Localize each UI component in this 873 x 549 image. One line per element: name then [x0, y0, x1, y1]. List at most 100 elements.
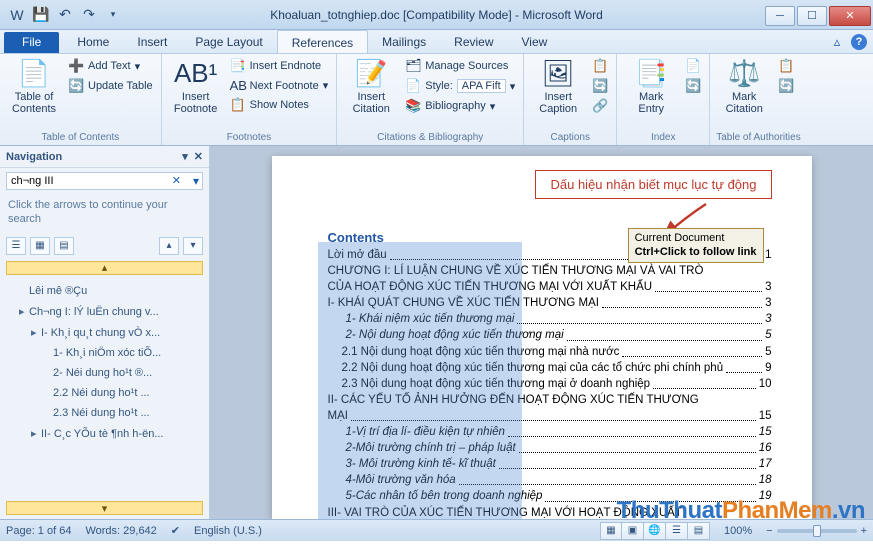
insert-citation-button[interactable]: 📝 Insert Citation	[343, 57, 399, 115]
toc-row[interactable]: III- VAI TRÒ CỦA XÚC TIẾN THƯƠNG MẠI VỚI…	[328, 505, 772, 520]
nav-scroll-up[interactable]: ▴	[6, 261, 203, 275]
navigation-pane: Navigation ▾ ✕ ✕ ▾ Click the arrows to c…	[0, 146, 210, 519]
status-page[interactable]: Page: 1 of 64	[6, 525, 71, 537]
ribbon-minimize-icon[interactable]: ▵	[825, 30, 849, 53]
help-icon[interactable]: ?	[851, 34, 867, 50]
status-words[interactable]: Words: 29,642	[85, 525, 156, 537]
qat-dropdown-icon[interactable]: ▾	[102, 4, 124, 26]
search-clear-icon[interactable]: ✕	[172, 174, 181, 187]
status-zoom[interactable]: 100%	[724, 525, 752, 537]
add-text-button[interactable]: ➕Add Text ▾	[66, 57, 155, 75]
nav-view-results[interactable]: ▤	[54, 237, 74, 255]
toc-row[interactable]: CỦA HOẠT ĐỘNG XÚC TIẾN THƯƠNG MẠI VỚI XU…	[328, 279, 772, 295]
citation-style-dropdown[interactable]: 📄Style: APA Fift ▾	[403, 77, 517, 95]
toc-row[interactable]: CHƯƠNG I: LÍ LUẬN CHUNG VỀ XÚC TIẾN THƯƠ…	[328, 263, 772, 279]
view-web[interactable]: 🌐	[644, 522, 666, 540]
footnote-icon: AB¹	[174, 57, 217, 89]
auth-opt2[interactable]: 🔄	[776, 77, 796, 95]
next-footnote-button[interactable]: ABNext Footnote ▾	[228, 77, 331, 94]
mark-citation-button[interactable]: ⚖️ Mark Citation	[716, 57, 772, 115]
insert-endnote-button[interactable]: 📑Insert Endnote	[228, 57, 331, 75]
tree-item[interactable]: Lêi mê ®Çu	[4, 281, 205, 301]
tree-item[interactable]: 2.3 Néi dung ho¹t ...	[4, 403, 205, 423]
tab-page-layout[interactable]: Page Layout	[181, 30, 276, 53]
toc-row[interactable]: II- CÁC YẾU TỐ ẢNH HƯỞNG ĐẾN HOẠT ĐỘNG X…	[328, 392, 772, 408]
manage-sources-button[interactable]: 🗂Manage Sources	[403, 57, 517, 75]
index-opt1[interactable]: 📄	[683, 57, 703, 75]
close-button[interactable]: ✕	[829, 6, 871, 26]
zoom-in-icon[interactable]: +	[861, 525, 867, 537]
save-icon[interactable]: 💾	[30, 4, 52, 26]
status-language[interactable]: English (U.S.)	[194, 525, 262, 537]
maximize-button[interactable]: ☐	[797, 6, 827, 26]
zoom-track[interactable]	[777, 529, 857, 533]
view-outline[interactable]: ☰	[666, 522, 688, 540]
tab-review[interactable]: Review	[440, 30, 507, 53]
mark-entry-icon: 📑	[635, 57, 667, 89]
view-draft[interactable]: ▤	[688, 522, 710, 540]
undo-icon[interactable]: ↶	[54, 4, 76, 26]
nav-scroll-down[interactable]: ▾	[6, 501, 203, 515]
index-opt2[interactable]: 🔄	[683, 77, 703, 95]
toc-row[interactable]: 3- Môi trường kinh tế- kĩ thuật17	[328, 456, 772, 472]
document-area[interactable]: Dấu hiệu nhận biết mục lục tự động Conte…	[210, 146, 873, 519]
nav-close-icon[interactable]: ✕	[194, 150, 203, 163]
caption-opt1[interactable]: 📋	[590, 57, 610, 75]
zoom-slider[interactable]: − +	[766, 525, 867, 537]
toc-row[interactable]: 2-Môi trường chính trị – pháp luật16	[328, 440, 772, 456]
mark-entry-label: Mark Entry	[638, 91, 664, 115]
tree-item[interactable]: 1- Kh¸i niÖm xóc tiÕ...	[4, 343, 205, 363]
bibliography-button[interactable]: 📚Bibliography ▾	[403, 97, 517, 115]
proofing-icon[interactable]: ✔	[171, 524, 180, 537]
view-full-screen[interactable]: ▣	[622, 522, 644, 540]
toc-row[interactable]: 5-Các nhân tố bên trong doanh nghiệp19	[328, 488, 772, 504]
mark-entry-button[interactable]: 📑 Mark Entry	[623, 57, 679, 115]
tree-item[interactable]: ▸II- C¸c YÕu tè ¶nh h-ën...	[4, 423, 205, 444]
toc-row[interactable]: 1-Vị trí địa lí- điều kiện tự nhiên15	[328, 424, 772, 440]
toc-row[interactable]: 2- Nội dung hoạt động xúc tiến thương mạ…	[328, 327, 772, 343]
table-of-contents-button[interactable]: 📄 Table of Contents	[6, 57, 62, 115]
group-captions: 🖼 Insert Caption 📋 🔄 🔗 Captions	[524, 54, 617, 145]
nav-prev-icon[interactable]: ▴	[159, 237, 179, 255]
toc-row[interactable]: I- KHÁI QUÁT CHUNG VỀ XÚC TIẾN THƯƠNG MẠ…	[328, 295, 772, 311]
file-tab[interactable]: File	[4, 32, 59, 53]
toc-row[interactable]: 2.3 Nội dung hoạt động xúc tiến thương m…	[328, 376, 772, 392]
nav-view-headings[interactable]: ☰	[6, 237, 26, 255]
quick-access-toolbar: W 💾 ↶ ↷ ▾	[0, 4, 124, 26]
update-icon: 🔄	[68, 78, 84, 94]
footnote-label: Insert Footnote	[174, 91, 217, 115]
update-table-button[interactable]: 🔄Update Table	[66, 77, 155, 95]
insert-footnote-button[interactable]: AB¹ Insert Footnote	[168, 57, 224, 115]
search-dropdown-icon[interactable]: ▾	[193, 174, 199, 188]
toc-row[interactable]: 1- Khái niệm xúc tiến thương mại3	[328, 311, 772, 327]
caption-opt2[interactable]: 🔄	[590, 77, 610, 95]
caption-opt3[interactable]: 🔗	[590, 97, 610, 115]
insert-caption-button[interactable]: 🖼 Insert Caption	[530, 57, 586, 115]
mark-citation-label: Mark Citation	[726, 91, 763, 115]
toc-row[interactable]: 2.2 Nội dung hoạt động xúc tiến thương m…	[328, 360, 772, 376]
nav-view-pages[interactable]: ▦	[30, 237, 50, 255]
tab-references[interactable]: References	[277, 30, 368, 53]
zoom-out-icon[interactable]: −	[766, 525, 772, 537]
toc-row[interactable]: 4-Môi trường văn hóa18	[328, 472, 772, 488]
tree-item[interactable]: 2- Néi dung ho¹t ®...	[4, 363, 205, 383]
show-notes-button[interactable]: 📋Show Notes	[228, 96, 331, 114]
tree-item[interactable]: ▸Ch¬ng I: lÝ luËn chung v...	[4, 301, 205, 322]
tab-mailings[interactable]: Mailings	[368, 30, 440, 53]
tree-item[interactable]: ▸I- Kh¸i qu¸t chung vÒ x...	[4, 322, 205, 343]
nav-next-icon[interactable]: ▾	[183, 237, 203, 255]
redo-icon[interactable]: ↷	[78, 4, 100, 26]
view-print-layout[interactable]: ▦	[600, 522, 622, 540]
minimize-button[interactable]: ─	[765, 6, 795, 26]
group-index-label: Index	[623, 130, 703, 143]
word-icon[interactable]: W	[6, 4, 28, 26]
zoom-thumb[interactable]	[813, 525, 821, 537]
auth-opt1[interactable]: 📋	[776, 57, 796, 75]
tab-insert[interactable]: Insert	[123, 30, 181, 53]
tree-item[interactable]: 2.2 Néi dung ho¹t ...	[4, 383, 205, 403]
toc-row[interactable]: MẠI15	[328, 408, 772, 424]
tab-view[interactable]: View	[508, 30, 562, 53]
tab-home[interactable]: Home	[63, 30, 123, 53]
nav-dropdown-icon[interactable]: ▾	[182, 150, 188, 163]
toc-row[interactable]: 2.1 Nội dung hoạt động xúc tiến thương m…	[328, 344, 772, 360]
